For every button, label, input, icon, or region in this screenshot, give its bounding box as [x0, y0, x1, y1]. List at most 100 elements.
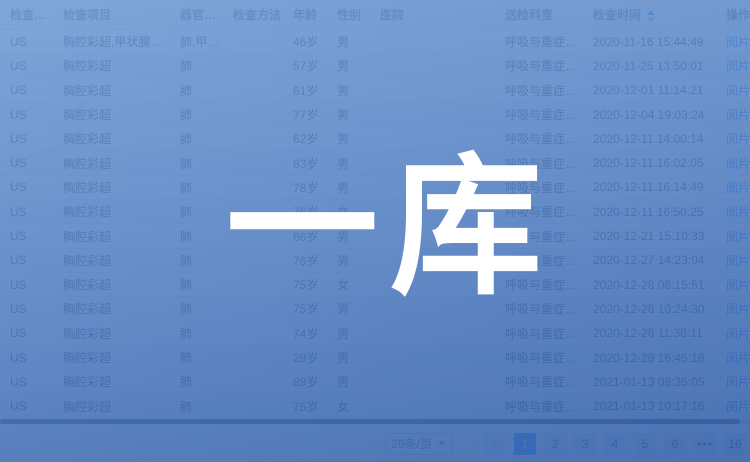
cell-exam-time: 2020-12-04 19:03:24 — [585, 108, 718, 122]
cell-exam-item: 胸腔彩超 — [53, 349, 170, 366]
view-image-link[interactable]: 阅片 — [726, 230, 750, 244]
table-row: US 胸腔彩超 肺 66岁 男 呼吸与重症医... 2020-12-21 15:… — [0, 224, 750, 248]
col-header-exam-time[interactable]: 检查时间 — [585, 6, 718, 23]
cell-action: 阅片 — [718, 82, 750, 99]
cell-gender: 男 — [327, 82, 372, 99]
table-header-row: 检查类型 检查项目 器官部位 检查方法 年龄 性别 医院 送检科室 检查时间 操… — [0, 0, 750, 30]
view-image-link[interactable]: 阅片 — [726, 181, 750, 195]
cell-organ: 肺 — [170, 398, 223, 415]
cell-department: 呼吸与重症医... — [497, 82, 585, 99]
horizontal-scrollbar[interactable] — [0, 419, 750, 424]
cell-gender: 男 — [327, 130, 372, 147]
page-button-5[interactable]: 5 — [634, 433, 656, 455]
cell-age: 74岁 — [283, 325, 327, 342]
cell-exam-type: US — [0, 399, 53, 413]
cell-action: 阅片 — [718, 349, 750, 366]
cell-department: 呼吸与重症医... — [497, 179, 585, 196]
cell-age: 77岁 — [283, 106, 327, 123]
cell-exam-type: US — [0, 326, 53, 340]
view-image-link[interactable]: 阅片 — [726, 108, 750, 122]
page-button-6[interactable]: 6 — [664, 433, 686, 455]
cell-action: 阅片 — [718, 106, 750, 123]
cell-exam-item: 胸腔彩超 — [53, 398, 170, 415]
cell-gender: 女 — [327, 398, 372, 415]
cell-age: 66岁 — [283, 228, 327, 245]
cell-department: 呼吸与重症医... — [497, 203, 585, 220]
col-header-department: 送检科室 — [497, 6, 585, 23]
exam-list-screen: 检查类型 检查项目 器官部位 检查方法 年龄 性别 医院 送检科室 检查时间 操… — [0, 0, 750, 462]
cell-gender: 男 — [327, 300, 372, 317]
cell-organ: 肺 — [170, 106, 223, 123]
cell-age: 46岁 — [283, 33, 327, 50]
view-image-link[interactable]: 阅片 — [726, 254, 750, 268]
cell-action: 阅片 — [718, 398, 750, 415]
table-row: US 胸腔彩超 肺 61岁 男 呼吸与重症医... 2020-12-01 11:… — [0, 79, 750, 103]
page-button-2[interactable]: 2 — [544, 433, 566, 455]
exam-table: 检查类型 检查项目 器官部位 检查方法 年龄 性别 医院 送检科室 检查时间 操… — [0, 0, 750, 419]
cell-age: 62岁 — [283, 130, 327, 147]
cell-exam-item: 胸腔彩超 — [53, 252, 170, 269]
cell-age: 76岁 — [283, 203, 327, 220]
cell-age: 89岁 — [283, 373, 327, 390]
view-image-link[interactable]: 阅片 — [726, 59, 750, 73]
col-header-age: 年龄 — [283, 6, 327, 23]
cell-exam-time: 2020-12-11 16:14:49 — [585, 180, 718, 194]
cell-gender: 男 — [327, 33, 372, 50]
cell-age: 29岁 — [283, 349, 327, 366]
cell-exam-type: US — [0, 375, 53, 389]
pagination-bar: 20条/页 ‹ 1 2 3 4 5 6 ••• 16 — [0, 425, 750, 462]
view-image-link[interactable]: 阅片 — [726, 400, 750, 414]
view-image-link[interactable]: 阅片 — [726, 278, 750, 292]
cell-exam-item: 胸腔彩超 — [53, 106, 170, 123]
col-header-exam-type: 检查类型 — [0, 6, 53, 23]
page-button-4[interactable]: 4 — [604, 433, 626, 455]
view-image-link[interactable]: 阅片 — [726, 375, 750, 389]
table-row: US 胸腔彩超 肺 74岁 男 呼吸与重症医... 2020-12-28 11:… — [0, 322, 750, 346]
cell-exam-item: 胸腔彩超 — [53, 300, 170, 317]
cell-exam-time: 2020-12-28 08:15:51 — [585, 278, 718, 292]
cell-organ: 肺 — [170, 130, 223, 147]
view-image-link[interactable]: 阅片 — [726, 132, 750, 146]
cell-exam-time: 2020-12-27 14:23:04 — [585, 253, 718, 267]
sort-caret-up-icon — [647, 10, 655, 15]
cell-organ: 肺 — [170, 155, 223, 172]
cell-action: 阅片 — [718, 228, 750, 245]
view-image-link[interactable]: 阅片 — [726, 157, 750, 171]
cell-organ: 肺 — [170, 373, 223, 390]
view-image-link[interactable]: 阅片 — [726, 302, 750, 316]
page-button-3[interactable]: 3 — [574, 433, 596, 455]
cell-department: 呼吸与重症医... — [497, 57, 585, 74]
page-size-select[interactable]: 20条/页 — [385, 433, 452, 455]
sort-caret-down-icon — [647, 17, 655, 22]
view-image-link[interactable]: 阅片 — [726, 205, 750, 219]
page-button-last[interactable]: 16 — [724, 433, 746, 455]
cell-action: 阅片 — [718, 57, 750, 74]
cell-exam-time: 2020-11-16 15:44:49 — [585, 35, 718, 49]
cell-department: 呼吸与重症医... — [497, 349, 585, 366]
col-header-action: 操作 — [718, 6, 750, 23]
more-pages-button[interactable]: ••• — [694, 433, 716, 455]
cell-action: 阅片 — [718, 276, 750, 293]
cell-age: 75岁 — [283, 300, 327, 317]
col-header-exam-time-label: 检查时间 — [593, 8, 641, 22]
view-image-link[interactable]: 阅片 — [726, 351, 750, 365]
col-header-exam-item: 检查项目 — [53, 6, 170, 23]
table-row: US 胸腔彩超 肺 62岁 男 呼吸与重症医... 2020-12-11 14:… — [0, 127, 750, 151]
cell-organ: 肺 — [170, 82, 223, 99]
horizontal-scrollbar-thumb[interactable] — [0, 419, 740, 424]
prev-page-button[interactable]: ‹ — [484, 433, 506, 455]
cell-exam-item: 胸腔彩超 — [53, 325, 170, 342]
cell-organ: 肺 — [170, 325, 223, 342]
page-button-1[interactable]: 1 — [514, 433, 536, 455]
cell-exam-time: 2021-01-13 08:35:05 — [585, 375, 718, 389]
cell-organ: 肺 — [170, 276, 223, 293]
cell-exam-time: 2020-12-11 16:02:05 — [585, 156, 718, 170]
cell-exam-time: 2020-12-28 16:45:18 — [585, 351, 718, 365]
view-image-link[interactable]: 阅片 — [726, 327, 750, 341]
cell-age: 78岁 — [283, 179, 327, 196]
view-image-link[interactable]: 阅片 — [726, 84, 750, 98]
cell-age: 76岁 — [283, 252, 327, 269]
view-image-link[interactable]: 阅片 — [726, 35, 750, 49]
cell-exam-time: 2021-01-13 10:17:16 — [585, 399, 718, 413]
cell-age: 75岁 — [283, 398, 327, 415]
